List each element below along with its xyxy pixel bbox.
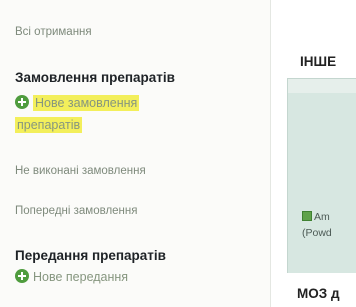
plus-circle-icon <box>15 95 29 109</box>
new-order-label-line1: Нове замовлення <box>33 95 140 111</box>
other-section-heading: ІНШЕ <box>300 54 337 69</box>
drug-panel <box>287 78 356 273</box>
drug-item[interactable]: Am <box>302 211 356 223</box>
previous-orders-link[interactable]: Попередні замовлення <box>15 205 138 217</box>
panel-header-band <box>288 79 356 93</box>
moz-section-heading: МОЗ д <box>297 286 340 301</box>
drug-item-form: (Powd <box>302 227 332 239</box>
checkbox-icon[interactable] <box>302 211 312 221</box>
orders-section-heading: Замовлення препаратів <box>15 70 175 85</box>
new-transfer-link[interactable]: Нове передання <box>15 266 128 288</box>
plus-circle-icon <box>15 269 29 283</box>
transfer-section-heading: Передання препаратів <box>15 248 166 263</box>
all-received-link[interactable]: Всі отримання <box>15 26 92 38</box>
new-order-label-line2: препаратів <box>15 117 83 133</box>
new-transfer-label: Нове передання <box>33 270 129 284</box>
drug-item-name: Am <box>314 211 330 223</box>
not-completed-orders-link[interactable]: Не виконані замовлення <box>15 165 146 177</box>
new-order-link[interactable]: Нове замовлення препаратів <box>15 92 140 136</box>
